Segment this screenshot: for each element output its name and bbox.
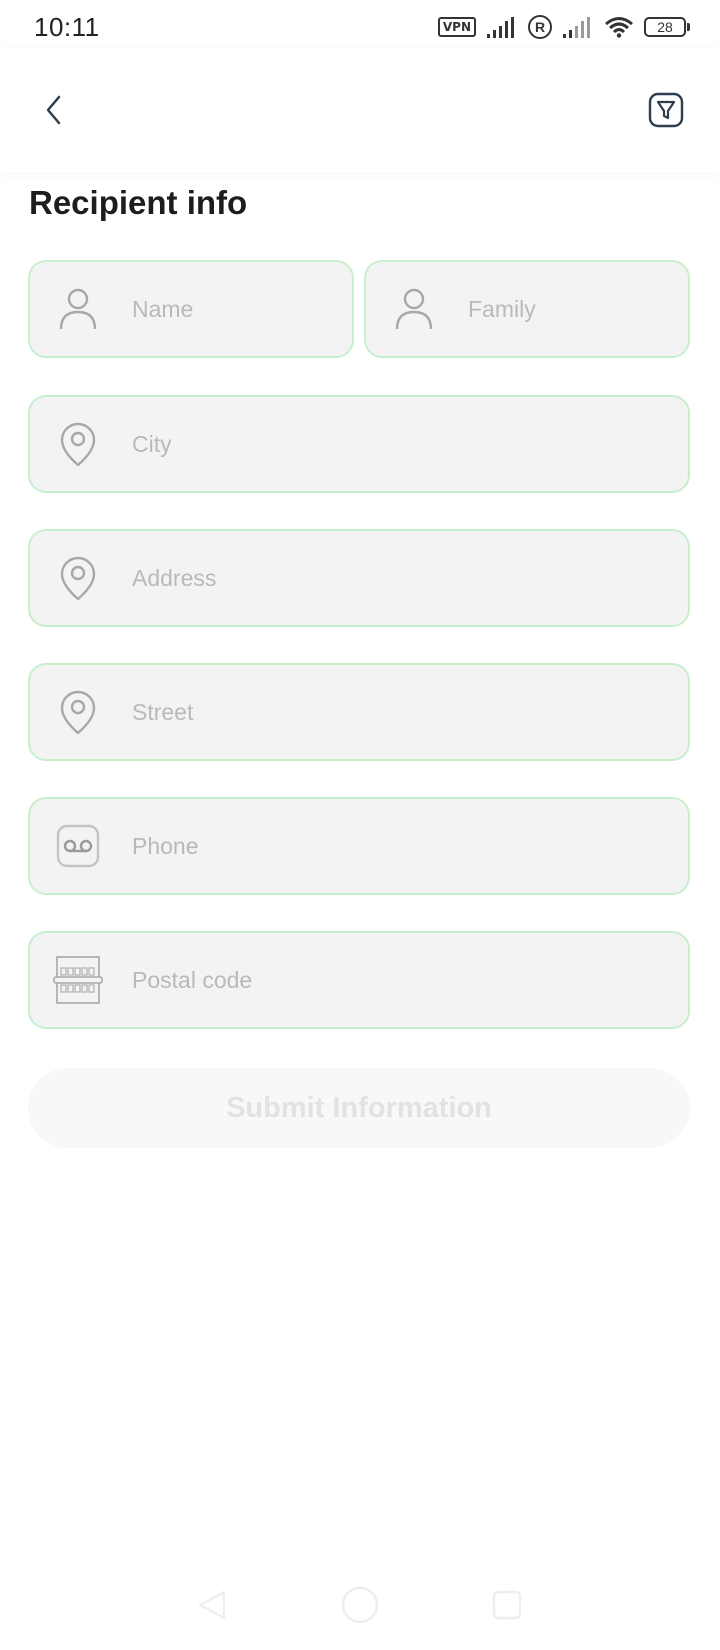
location-pin-icon	[50, 684, 106, 740]
postal-box-icon	[50, 952, 106, 1008]
back-button[interactable]	[36, 92, 72, 128]
system-nav-bar	[0, 1560, 720, 1650]
voicemail-icon	[50, 818, 106, 874]
city-input[interactable]	[132, 430, 680, 458]
roaming-icon: R	[528, 15, 552, 39]
street-field[interactable]	[28, 663, 690, 761]
battery-level: 28	[644, 17, 686, 37]
person-icon	[50, 281, 106, 337]
city-field[interactable]	[28, 395, 690, 493]
location-pin-icon	[50, 416, 106, 472]
name-input[interactable]	[132, 295, 344, 323]
family-field[interactable]	[364, 260, 690, 358]
nav-back-button[interactable]	[191, 1583, 235, 1627]
postal-code-input[interactable]	[132, 966, 680, 994]
nav-home-button[interactable]	[338, 1583, 382, 1627]
address-field[interactable]	[28, 529, 690, 627]
submit-information-button[interactable]: Submit Information	[28, 1068, 690, 1148]
signal-icon	[487, 17, 514, 38]
triangle-back-icon	[199, 1590, 226, 1620]
postal-code-field[interactable]	[28, 931, 690, 1029]
family-input[interactable]	[468, 295, 680, 323]
chevron-left-icon	[46, 95, 61, 125]
vpn-icon: VPN	[437, 17, 476, 37]
battery-icon: 28	[644, 17, 690, 37]
street-input[interactable]	[132, 698, 680, 726]
person-icon	[386, 281, 442, 337]
signal-2-icon	[563, 17, 590, 38]
filter-icon	[648, 92, 684, 128]
battery-tip	[687, 23, 690, 31]
wifi-icon	[605, 17, 633, 38]
location-pin-icon	[50, 550, 106, 606]
name-field[interactable]	[28, 260, 354, 358]
status-icons: VPN R 28	[437, 15, 690, 39]
status-bar: 10:11 VPN R 28	[0, 0, 720, 54]
app-header	[0, 48, 720, 172]
status-time: 10:11	[34, 11, 100, 42]
filter-button[interactable]	[648, 92, 684, 128]
phone-field[interactable]	[28, 797, 690, 895]
circle-home-icon	[341, 1586, 379, 1624]
nav-recents-button[interactable]	[485, 1583, 529, 1627]
phone-input[interactable]	[132, 832, 680, 860]
address-input[interactable]	[132, 564, 680, 592]
page-title: Recipient info	[29, 184, 248, 221]
square-recents-icon	[492, 1590, 521, 1620]
